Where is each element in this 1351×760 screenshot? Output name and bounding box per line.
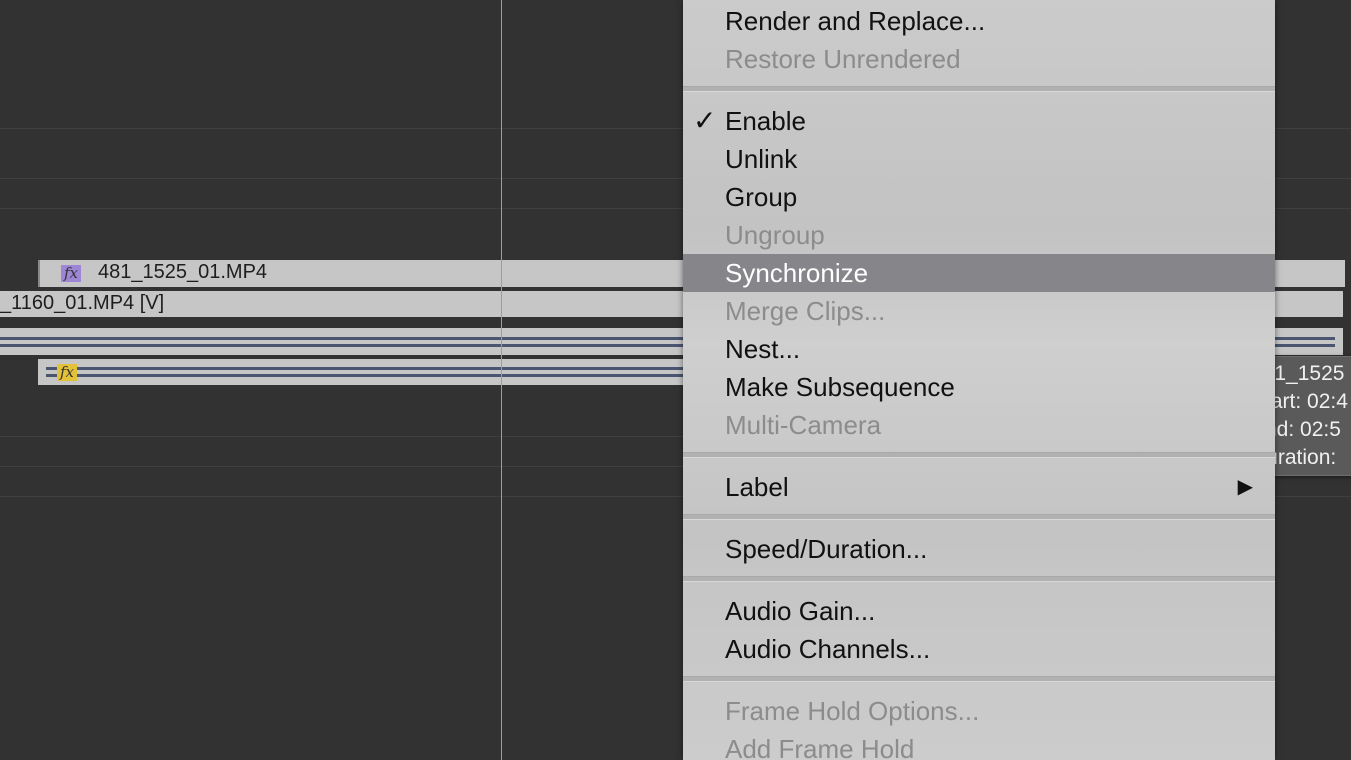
menu-item-label: Multi-Camera: [725, 410, 882, 440]
clip-name-label: _1160_01.MP4 [V]: [0, 292, 165, 314]
menu-item-audio-gain[interactable]: Audio Gain...: [683, 592, 1275, 630]
menu-item-label: Restore Unrendered: [725, 44, 961, 74]
menu-item-label: Group: [725, 182, 798, 212]
fx-badge-icon: fx: [61, 265, 81, 282]
menu-item-ungroup: Ungroup: [683, 216, 1275, 254]
menu-item-multi-camera: Multi-Camera: [683, 406, 1275, 444]
menu-separator: [683, 86, 1275, 92]
playhead-line[interactable]: [501, 0, 502, 760]
menu-item-speed-duration[interactable]: Speed/Duration...: [683, 530, 1275, 568]
menu-item-label: Frame Hold Options...: [725, 696, 980, 726]
menu-separator: [683, 576, 1275, 582]
fx-badge-icon: fx: [57, 364, 77, 381]
menu-item-restore-unrendered: Restore Unrendered: [683, 40, 1275, 78]
menu-item-label: Speed/Duration...: [725, 534, 928, 564]
menu-item-label: Audio Channels...: [725, 634, 931, 664]
menu-item-label-submenu[interactable]: Label ▶: [683, 468, 1275, 506]
menu-item-frame-hold-options: Frame Hold Options...: [683, 692, 1275, 730]
menu-item-add-frame-hold: Add Frame Hold: [683, 730, 1275, 760]
menu-item-make-subsequence[interactable]: Make Subsequence: [683, 368, 1275, 406]
menu-item-label: Label: [725, 472, 789, 502]
clip-context-menu: Render and Replace... Restore Unrendered…: [683, 0, 1275, 760]
menu-separator: [683, 514, 1275, 520]
menu-item-label: Enable: [725, 106, 806, 136]
clip-name-label: 481_1525_01.MP4: [98, 261, 268, 283]
menu-item-label: Ungroup: [725, 220, 825, 250]
checkmark-icon: ✓: [693, 105, 717, 136]
submenu-arrow-icon: ▶: [1237, 476, 1253, 498]
menu-item-label: Unlink: [725, 144, 798, 174]
menu-item-unlink[interactable]: Unlink: [683, 140, 1275, 178]
menu-item-label: Add Frame Hold: [725, 734, 915, 760]
menu-item-render-and-replace[interactable]: Render and Replace...: [683, 2, 1275, 40]
menu-item-merge-clips: Merge Clips...: [683, 292, 1275, 330]
menu-item-group[interactable]: Group: [683, 178, 1275, 216]
menu-separator: [683, 676, 1275, 682]
menu-item-nest[interactable]: Nest...: [683, 330, 1275, 368]
menu-item-audio-channels[interactable]: Audio Channels...: [683, 630, 1275, 668]
menu-item-label: Synchronize: [725, 258, 869, 288]
menu-item-label: Audio Gain...: [725, 596, 876, 626]
menu-item-label: Nest...: [725, 334, 801, 364]
menu-separator: [683, 452, 1275, 458]
menu-item-label: Merge Clips...: [725, 296, 886, 326]
menu-item-enable[interactable]: ✓ Enable: [683, 102, 1275, 140]
menu-item-label: Make Subsequence: [725, 372, 955, 402]
menu-item-synchronize[interactable]: Synchronize: [683, 254, 1275, 292]
menu-item-label: Render and Replace...: [725, 6, 986, 36]
